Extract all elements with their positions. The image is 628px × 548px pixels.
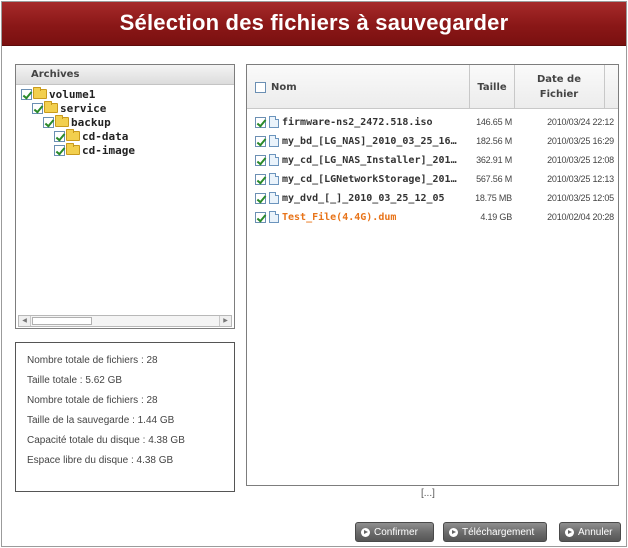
select-all-checkbox-icon[interactable]	[255, 81, 266, 93]
file-name: Test_File(4.4G).dum	[282, 211, 397, 223]
file-icon	[269, 211, 279, 223]
file-size: 4.19 GB	[480, 212, 512, 222]
file-icon	[269, 154, 279, 166]
dialog-title: Sélection des fichiers à sauvegarder	[119, 10, 509, 35]
column-size-label: Taille	[477, 81, 507, 93]
file-name: my_cd_[LGNetworkStorage]_2010_03	[282, 173, 460, 185]
checkbox-icon[interactable]	[255, 173, 266, 185]
file-row[interactable]: firmware-ns2_2472.518.iso 146.65 M 2010/…	[255, 114, 617, 130]
file-row-highlighted[interactable]: Test_File(4.4G).dum 4.19 GB 2010/02/04 2…	[255, 209, 617, 225]
file-date: 2010/03/25 12:05	[547, 193, 614, 203]
scroll-right-icon[interactable]: ▶	[219, 316, 231, 326]
checkbox-icon[interactable]	[255, 192, 266, 204]
file-date: 2010/03/25 16:29	[547, 136, 614, 146]
info-disk-free: Espace libre du disque : 4.38 GB	[27, 455, 174, 466]
file-icon	[269, 192, 279, 204]
archives-header: Archives	[16, 65, 234, 85]
tree-node-cd-image[interactable]: cd-image	[54, 143, 135, 157]
folder-icon	[66, 129, 80, 141]
column-header-date[interactable]: Date de Fichier	[515, 65, 603, 109]
tree-node-backup[interactable]: backup	[43, 115, 111, 129]
checkbox-icon[interactable]	[255, 154, 266, 166]
scrollbar-thumb[interactable]	[32, 317, 92, 325]
column-name-label: Nom	[271, 81, 297, 93]
tree-node-service[interactable]: service	[32, 101, 106, 115]
download-button[interactable]: Téléchargement	[443, 522, 547, 542]
info-disk-capacity: Capacité totale du disque : 4.38 GB	[27, 435, 185, 446]
backup-dialog: Sélection des fichiers à sauvegarder Arc…	[1, 1, 627, 547]
checkbox-icon[interactable]	[43, 116, 54, 128]
info-total-size: Taille totale : 5.62 GB	[27, 375, 123, 386]
column-divider	[604, 65, 605, 109]
info-total-files-2: Nombre totale de fichiers : 28	[27, 395, 158, 406]
checkbox-icon[interactable]	[54, 144, 65, 156]
scroll-left-icon[interactable]: ◀	[19, 316, 31, 326]
arrow-circle-icon	[361, 527, 370, 537]
arrow-circle-icon	[565, 527, 574, 537]
file-row[interactable]: my_cd_[LGNetworkStorage]_2010_03 567.56 …	[255, 171, 617, 187]
checkbox-icon[interactable]	[255, 211, 266, 223]
file-size: 182.56 M	[476, 136, 512, 146]
tree-node-label: service	[60, 101, 107, 115]
confirm-label: Confirmer	[374, 526, 418, 538]
folder-icon	[66, 143, 80, 155]
file-size: 146.65 M	[476, 117, 512, 127]
checkbox-icon[interactable]	[255, 116, 266, 128]
column-date-label-1: Date de	[536, 74, 582, 85]
file-icon	[269, 116, 279, 128]
file-name: my_bd_[LG_NAS]_2010_03_25_16_29	[282, 135, 460, 147]
checkbox-icon[interactable]	[54, 130, 65, 142]
files-table-header: Nom Taille Date de Fichier	[247, 65, 618, 109]
files-list-panel: Nom Taille Date de Fichier firmware-ns2_…	[246, 64, 619, 486]
checkbox-icon[interactable]	[21, 88, 32, 100]
download-label: Téléchargement	[462, 526, 535, 538]
cancel-button[interactable]: Annuler	[559, 522, 621, 542]
archives-header-label: Archives	[31, 69, 80, 80]
tree-node-label: volume1	[49, 87, 96, 101]
tree-node-label: cd-image	[82, 143, 135, 157]
column-header-size[interactable]: Taille	[470, 65, 514, 109]
info-total-files: Nombre totale de fichiers : 28	[27, 355, 158, 366]
arrow-circle-icon	[449, 527, 458, 537]
file-row[interactable]: my_cd_[LG_NAS_Installer]_2010_03_25 362.…	[255, 152, 617, 168]
column-header-name[interactable]: Nom	[255, 65, 465, 109]
checkbox-icon[interactable]	[32, 102, 43, 114]
tree-node-cd-data[interactable]: cd-data	[54, 129, 128, 143]
column-date-label-2: Fichier	[539, 89, 579, 100]
file-row[interactable]: my_bd_[LG_NAS]_2010_03_25_16_29 182.56 M…	[255, 133, 617, 149]
file-name: my_cd_[LG_NAS_Installer]_2010_03_25	[282, 154, 460, 166]
file-size: 567.56 M	[476, 174, 512, 184]
tree-horizontal-scrollbar[interactable]: ◀ ▶	[18, 315, 232, 327]
tree-node-label: cd-data	[82, 129, 129, 143]
file-name: firmware-ns2_2472.518.iso	[282, 116, 433, 128]
folder-icon	[33, 87, 47, 99]
file-size: 18.75 MB	[475, 193, 512, 203]
file-icon	[269, 135, 279, 147]
confirm-button[interactable]: Confirmer	[355, 522, 434, 542]
file-row[interactable]: my_dvd_[_]_2010_03_25_12_05 18.75 MB 201…	[255, 190, 617, 206]
backup-info-panel: Nombre totale de fichiers : 28 Taille to…	[15, 342, 235, 492]
title-bar: Sélection des fichiers à sauvegarder	[2, 2, 626, 46]
file-date: 2010/03/25 12:13	[547, 174, 614, 184]
folder-icon	[55, 115, 69, 127]
file-date: 2010/03/24 22:12	[547, 117, 614, 127]
file-size: 362.91 M	[476, 155, 512, 165]
tree-node-label: backup	[71, 115, 111, 129]
tree-node-volume1[interactable]: volume1	[21, 87, 95, 101]
info-backup-size: Taille de la sauvegarde : 1.44 GB	[27, 415, 175, 426]
file-date: 2010/02/04 20:28	[547, 212, 614, 222]
file-icon	[269, 173, 279, 185]
archives-tree-panel: Archives volume1 service backup cd-data …	[15, 64, 235, 329]
folder-icon	[44, 101, 58, 113]
file-name: my_dvd_[_]_2010_03_25_12_05	[282, 192, 445, 204]
cancel-label: Annuler	[578, 526, 613, 538]
more-indicator: [...]	[421, 488, 435, 499]
file-date: 2010/03/25 12:08	[547, 155, 614, 165]
checkbox-icon[interactable]	[255, 135, 266, 147]
